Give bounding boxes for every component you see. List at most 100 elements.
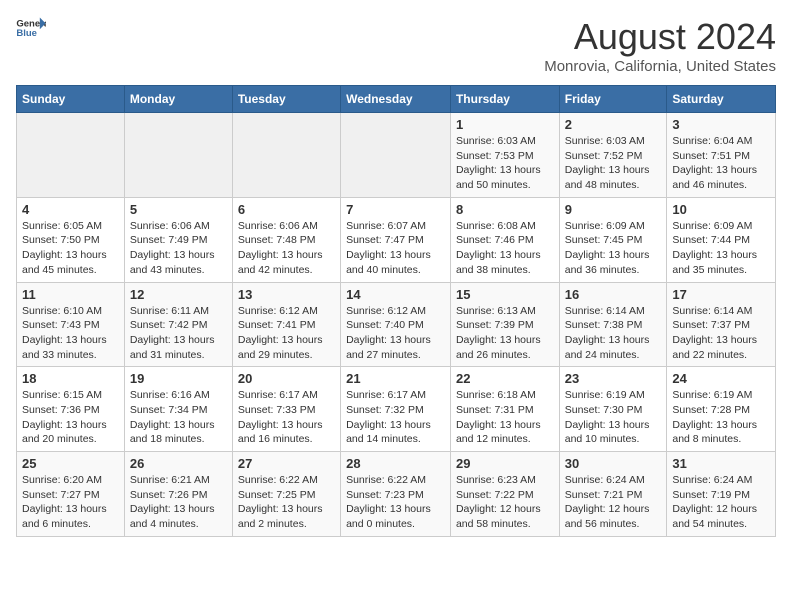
calendar-cell: 16 Sunrise: 6:14 AM Sunset: 7:38 PM Dayli… — [559, 282, 667, 367]
day-info: Sunrise: 6:14 AM Sunset: 7:37 PM Dayligh… — [672, 304, 770, 363]
day-info: Sunrise: 6:19 AM Sunset: 7:30 PM Dayligh… — [565, 388, 662, 447]
day-number: 15 — [456, 287, 554, 302]
logo-icon: General Blue — [16, 16, 46, 38]
weekday-header: Friday — [559, 86, 667, 113]
calendar-cell: 20 Sunrise: 6:17 AM Sunset: 7:33 PM Dayli… — [232, 367, 340, 452]
location-title: Monrovia, California, United States — [544, 58, 776, 75]
calendar-week-row: 1 Sunrise: 6:03 AM Sunset: 7:53 PM Daylig… — [17, 113, 776, 198]
day-info: Sunrise: 6:21 AM Sunset: 7:26 PM Dayligh… — [130, 473, 227, 532]
day-number: 7 — [346, 202, 445, 217]
day-number: 21 — [346, 371, 445, 386]
calendar-cell: 21 Sunrise: 6:17 AM Sunset: 7:32 PM Dayli… — [341, 367, 451, 452]
day-info: Sunrise: 6:12 AM Sunset: 7:41 PM Dayligh… — [238, 304, 335, 363]
day-info: Sunrise: 6:05 AM Sunset: 7:50 PM Dayligh… — [22, 219, 119, 278]
calendar-cell: 22Sunrise: 6:18 AM Sunset: 7:31 PM Dayli… — [450, 367, 559, 452]
day-info: Sunrise: 6:19 AM Sunset: 7:28 PM Dayligh… — [672, 388, 770, 447]
day-number: 3 — [672, 117, 770, 132]
day-number: 26 — [130, 456, 227, 471]
calendar-table: SundayMondayTuesdayWednesdayThursdayFrid… — [16, 85, 776, 537]
calendar-header-row: SundayMondayTuesdayWednesdayThursdayFrid… — [17, 86, 776, 113]
calendar-week-row: 11 Sunrise: 6:10 AM Sunset: 7:43 PM Dayli… — [17, 282, 776, 367]
calendar-cell — [232, 113, 340, 198]
day-info: Sunrise: 6:08 AM Sunset: 7:46 PM Dayligh… — [456, 219, 554, 278]
day-info: Sunrise: 6:06 AM Sunset: 7:48 PM Dayligh… — [238, 219, 335, 278]
day-number: 28 — [346, 456, 445, 471]
calendar-cell — [17, 113, 125, 198]
calendar-week-row: 18 Sunrise: 6:15 AM Sunset: 7:36 PM Dayli… — [17, 367, 776, 452]
calendar-cell: 15 Sunrise: 6:13 AM Sunset: 7:39 PM Dayli… — [450, 282, 559, 367]
day-info: Sunrise: 6:23 AM Sunset: 7:22 PM Dayligh… — [456, 473, 554, 532]
calendar-cell: 28 Sunrise: 6:22 AM Sunset: 7:23 PM Dayli… — [341, 452, 451, 537]
day-info: Sunrise: 6:03 AM Sunset: 7:53 PM Dayligh… — [456, 134, 554, 193]
calendar-cell: 2Sunrise: 6:03 AM Sunset: 7:52 PM Daylig… — [559, 113, 667, 198]
month-title: August 2024 — [544, 16, 776, 58]
calendar-cell: 17 Sunrise: 6:14 AM Sunset: 7:37 PM Dayli… — [667, 282, 776, 367]
weekday-header: Tuesday — [232, 86, 340, 113]
day-info: Sunrise: 6:09 AM Sunset: 7:44 PM Dayligh… — [672, 219, 770, 278]
calendar-cell — [124, 113, 232, 198]
day-number: 18 — [22, 371, 119, 386]
calendar-cell: 14Sunrise: 6:12 AM Sunset: 7:40 PM Dayli… — [341, 282, 451, 367]
calendar-cell: 1 Sunrise: 6:03 AM Sunset: 7:53 PM Daylig… — [450, 113, 559, 198]
calendar-week-row: 25Sunrise: 6:20 AM Sunset: 7:27 PM Dayli… — [17, 452, 776, 537]
day-info: Sunrise: 6:18 AM Sunset: 7:31 PM Dayligh… — [456, 388, 554, 447]
day-number: 5 — [130, 202, 227, 217]
day-info: Sunrise: 6:16 AM Sunset: 7:34 PM Dayligh… — [130, 388, 227, 447]
day-info: Sunrise: 6:11 AM Sunset: 7:42 PM Dayligh… — [130, 304, 227, 363]
weekday-header: Wednesday — [341, 86, 451, 113]
day-number: 13 — [238, 287, 335, 302]
calendar-cell: 6Sunrise: 6:06 AM Sunset: 7:48 PM Daylig… — [232, 197, 340, 282]
day-number: 29 — [456, 456, 554, 471]
day-number: 25 — [22, 456, 119, 471]
calendar-cell: 26 Sunrise: 6:21 AM Sunset: 7:26 PM Dayli… — [124, 452, 232, 537]
calendar-cell: 4 Sunrise: 6:05 AM Sunset: 7:50 PM Daylig… — [17, 197, 125, 282]
weekday-header: Sunday — [17, 86, 125, 113]
day-info: Sunrise: 6:14 AM Sunset: 7:38 PM Dayligh… — [565, 304, 662, 363]
calendar-cell: 11 Sunrise: 6:10 AM Sunset: 7:43 PM Dayli… — [17, 282, 125, 367]
calendar-cell: 27Sunrise: 6:22 AM Sunset: 7:25 PM Dayli… — [232, 452, 340, 537]
day-number: 1 — [456, 117, 554, 132]
day-number: 20 — [238, 371, 335, 386]
calendar-cell: 25Sunrise: 6:20 AM Sunset: 7:27 PM Dayli… — [17, 452, 125, 537]
calendar-cell: 10Sunrise: 6:09 AM Sunset: 7:44 PM Dayli… — [667, 197, 776, 282]
calendar-cell — [341, 113, 451, 198]
day-info: Sunrise: 6:17 AM Sunset: 7:33 PM Dayligh… — [238, 388, 335, 447]
calendar-cell: 24 Sunrise: 6:19 AM Sunset: 7:28 PM Dayli… — [667, 367, 776, 452]
calendar-cell: 18 Sunrise: 6:15 AM Sunset: 7:36 PM Dayli… — [17, 367, 125, 452]
day-number: 4 — [22, 202, 119, 217]
day-info: Sunrise: 6:13 AM Sunset: 7:39 PM Dayligh… — [456, 304, 554, 363]
calendar-cell: 5 Sunrise: 6:06 AM Sunset: 7:49 PM Daylig… — [124, 197, 232, 282]
day-number: 16 — [565, 287, 662, 302]
calendar-cell: 9 Sunrise: 6:09 AM Sunset: 7:45 PM Daylig… — [559, 197, 667, 282]
calendar-cell: 13 Sunrise: 6:12 AM Sunset: 7:41 PM Dayli… — [232, 282, 340, 367]
day-number: 12 — [130, 287, 227, 302]
day-number: 17 — [672, 287, 770, 302]
day-info: Sunrise: 6:17 AM Sunset: 7:32 PM Dayligh… — [346, 388, 445, 447]
calendar-week-row: 4 Sunrise: 6:05 AM Sunset: 7:50 PM Daylig… — [17, 197, 776, 282]
day-info: Sunrise: 6:10 AM Sunset: 7:43 PM Dayligh… — [22, 304, 119, 363]
day-info: Sunrise: 6:09 AM Sunset: 7:45 PM Dayligh… — [565, 219, 662, 278]
calendar-cell: 19 Sunrise: 6:16 AM Sunset: 7:34 PM Dayli… — [124, 367, 232, 452]
day-number: 31 — [672, 456, 770, 471]
day-info: Sunrise: 6:06 AM Sunset: 7:49 PM Dayligh… — [130, 219, 227, 278]
title-area: August 2024 Monrovia, California, United… — [544, 16, 776, 75]
calendar-cell: 7Sunrise: 6:07 AM Sunset: 7:47 PM Daylig… — [341, 197, 451, 282]
day-number: 24 — [672, 371, 770, 386]
calendar-cell: 30 Sunrise: 6:24 AM Sunset: 7:21 PM Dayli… — [559, 452, 667, 537]
calendar-cell: 8 Sunrise: 6:08 AM Sunset: 7:46 PM Daylig… — [450, 197, 559, 282]
svg-text:Blue: Blue — [16, 28, 37, 38]
day-info: Sunrise: 6:12 AM Sunset: 7:40 PM Dayligh… — [346, 304, 445, 363]
logo: General Blue — [16, 16, 46, 38]
day-number: 11 — [22, 287, 119, 302]
calendar-cell: 12 Sunrise: 6:11 AM Sunset: 7:42 PM Dayli… — [124, 282, 232, 367]
day-number: 9 — [565, 202, 662, 217]
day-info: Sunrise: 6:24 AM Sunset: 7:19 PM Dayligh… — [672, 473, 770, 532]
day-number: 19 — [130, 371, 227, 386]
calendar-cell: 3Sunrise: 6:04 AM Sunset: 7:51 PM Daylig… — [667, 113, 776, 198]
day-info: Sunrise: 6:22 AM Sunset: 7:23 PM Dayligh… — [346, 473, 445, 532]
day-info: Sunrise: 6:24 AM Sunset: 7:21 PM Dayligh… — [565, 473, 662, 532]
day-number: 30 — [565, 456, 662, 471]
day-number: 8 — [456, 202, 554, 217]
day-info: Sunrise: 6:15 AM Sunset: 7:36 PM Dayligh… — [22, 388, 119, 447]
day-info: Sunrise: 6:22 AM Sunset: 7:25 PM Dayligh… — [238, 473, 335, 532]
